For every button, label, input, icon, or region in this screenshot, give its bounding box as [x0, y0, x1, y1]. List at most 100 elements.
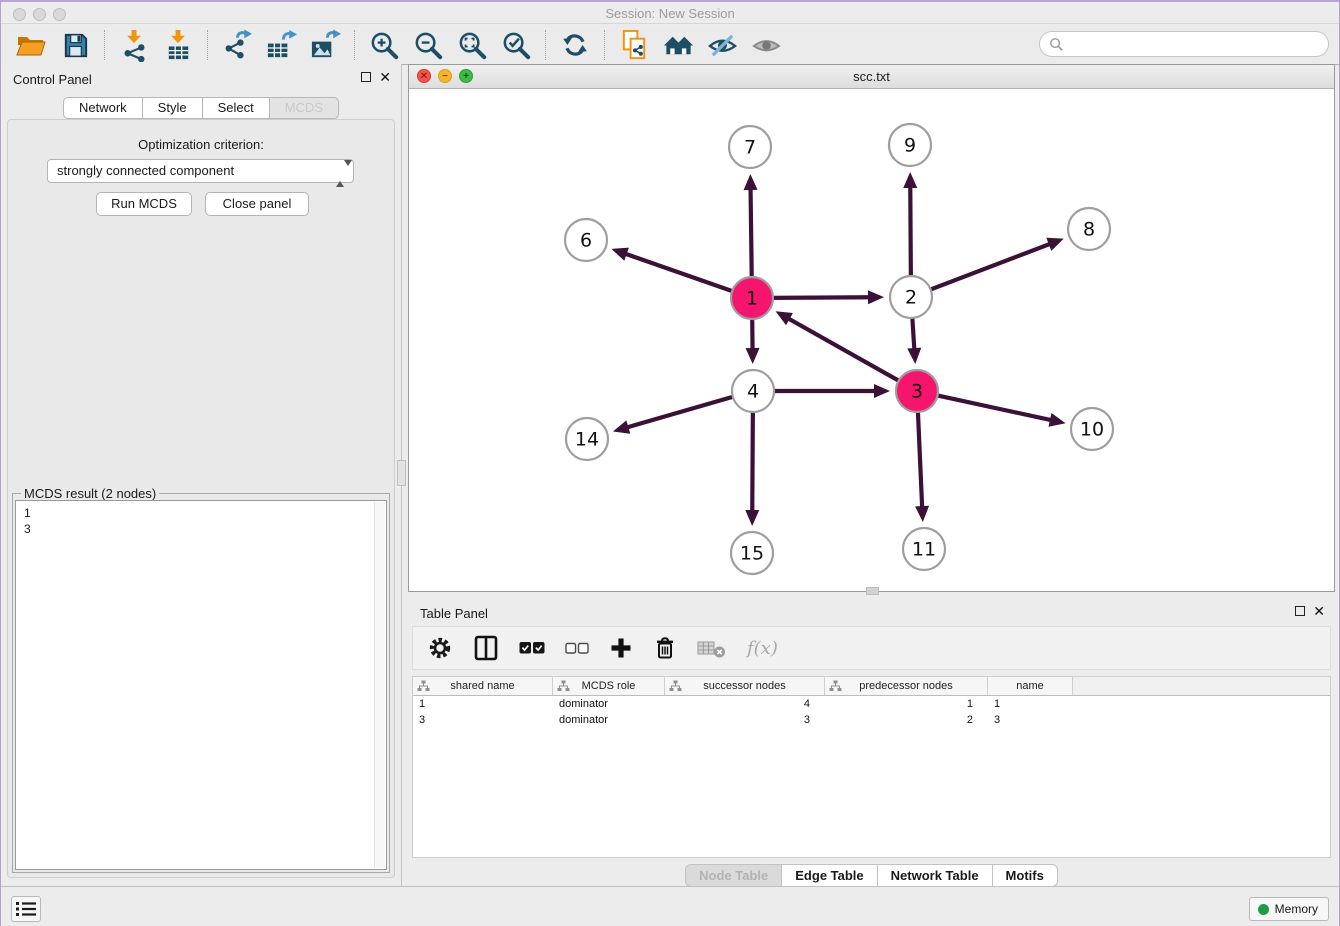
tab-select[interactable]: Select [203, 97, 270, 119]
edge-2-8[interactable] [929, 238, 1064, 290]
criterion-select[interactable]: strongly connected component [47, 159, 354, 183]
tab-network[interactable]: Network [63, 97, 143, 119]
edge-4-3[interactable] [772, 384, 890, 398]
column-header-mcds-role[interactable]: MCDS role [553, 677, 665, 695]
control-panel-tabs: NetworkStyleSelectMCDS [1, 97, 401, 119]
table-options-gear-icon[interactable] [427, 635, 453, 661]
delete-column-icon[interactable] [653, 635, 677, 661]
edge-3-1[interactable] [776, 311, 901, 381]
edge-2-3[interactable] [907, 316, 921, 364]
hide-visibility-icon[interactable] [704, 28, 740, 62]
tab-node-table[interactable]: Node Table [685, 864, 782, 887]
open-network-documents-icon[interactable] [616, 28, 652, 62]
graph-node-3[interactable]: 3 [896, 370, 938, 412]
svg-text:3: 3 [911, 381, 923, 403]
graph-node-8[interactable]: 8 [1068, 208, 1110, 250]
graph-node-11[interactable]: 11 [903, 528, 945, 570]
window-title: Session: New Session [1, 6, 1339, 21]
memory-button[interactable]: Memory [1249, 897, 1329, 921]
column-header-successor-nodes[interactable]: successor nodes [665, 677, 825, 695]
optimization-criterion-label: Optimization criterion: [8, 137, 394, 152]
tab-motifs[interactable]: Motifs [993, 864, 1058, 887]
table-panel: Table Panel ✕ [408, 598, 1335, 886]
open-folder-icon[interactable] [13, 28, 49, 62]
export-table-icon[interactable] [263, 28, 299, 62]
graph-node-9[interactable]: 9 [889, 124, 931, 166]
unselect-all-columns-icon[interactable] [565, 642, 589, 655]
show-visibility-icon[interactable] [748, 28, 784, 62]
function-builder-icon[interactable]: f(x) [747, 638, 778, 659]
result-scrollbar[interactable] [374, 502, 385, 868]
tab-edge-table[interactable]: Edge Table [782, 864, 877, 887]
graph-node-6[interactable]: 6 [565, 219, 607, 261]
cytoscape-window: { "window": { "title": "Session: New Ses… [0, 0, 1340, 926]
column-header-predecessor-nodes[interactable]: predecessor nodes [825, 677, 988, 695]
zoom-in-icon[interactable] [366, 28, 402, 62]
tab-style[interactable]: Style [143, 97, 203, 119]
graph-node-2[interactable]: 2 [890, 276, 932, 318]
network-canvas[interactable]: 7 9 6 8 1 2 4 3 14 10 15 11 [409, 90, 1334, 591]
refresh-view-icon[interactable] [557, 28, 593, 62]
edge-3-10[interactable] [936, 395, 1066, 427]
horizontal-splitter-handle[interactable] [866, 587, 879, 595]
float-panel-icon[interactable] [361, 72, 371, 82]
table-row[interactable]: 1dominator411 [413, 696, 1330, 712]
graph-node-1[interactable]: 1 [731, 277, 773, 319]
criterion-value: strongly connected component [57, 163, 234, 178]
graph-node-15[interactable]: 15 [731, 532, 773, 574]
node-table-body: 1dominator4113dominator323 [413, 696, 1330, 728]
table-cell: dominator [553, 696, 665, 712]
shared-column-icon [417, 680, 430, 692]
edge-1-2[interactable] [771, 290, 884, 304]
edge-4-14[interactable] [613, 396, 735, 434]
import-network-icon[interactable] [116, 28, 152, 62]
table-row[interactable]: 3dominator323 [413, 712, 1330, 728]
graph-node-10[interactable]: 10 [1071, 408, 1113, 450]
edge-1-6[interactable] [611, 248, 734, 292]
graph-node-14[interactable]: 14 [566, 418, 608, 460]
tab-mcds[interactable]: MCDS [270, 97, 339, 119]
edge-1-7[interactable] [744, 174, 758, 279]
export-network-icon[interactable] [219, 28, 255, 62]
mcds-result-area[interactable]: 13 [15, 500, 387, 870]
search-input[interactable] [1069, 37, 1328, 52]
save-session-icon[interactable] [57, 28, 93, 62]
add-column-icon[interactable] [609, 636, 633, 660]
show-column-icon[interactable] [473, 635, 499, 661]
graph-node-4[interactable]: 4 [732, 370, 774, 412]
tab-network-table[interactable]: Network Table [878, 864, 993, 887]
column-header-name[interactable]: name [988, 677, 1073, 695]
edge-1-4[interactable] [746, 317, 760, 364]
select-stepper-icon [336, 163, 346, 180]
zoom-out-icon[interactable] [410, 28, 446, 62]
control-panel-title: Control Panel [13, 72, 92, 87]
svg-text:8: 8 [1083, 219, 1095, 241]
zoom-fit-icon[interactable] [454, 28, 490, 62]
edge-2-9[interactable] [903, 172, 917, 278]
table-cell: 1 [413, 696, 553, 712]
close-panel-icon[interactable]: ✕ [379, 72, 391, 82]
edge-3-11[interactable] [915, 410, 929, 522]
select-all-columns-icon[interactable] [519, 641, 545, 655]
export-image-icon[interactable] [307, 28, 343, 62]
import-table-icon[interactable] [160, 28, 196, 62]
search-field[interactable] [1039, 31, 1329, 57]
shared-column-icon [669, 680, 682, 692]
graph-node-7[interactable]: 7 [729, 126, 771, 168]
search-icon [1049, 37, 1064, 52]
close-panel-button[interactable]: Close panel [205, 192, 309, 216]
vertical-splitter-handle[interactable] [397, 460, 406, 486]
delete-table-icon[interactable] [697, 637, 727, 659]
float-table-panel-icon[interactable] [1295, 606, 1305, 616]
show-panels-button[interactable] [11, 896, 41, 922]
run-mcds-button[interactable]: Run MCDS [96, 192, 192, 216]
zoom-selected-icon[interactable] [498, 28, 534, 62]
main-toolbar [1, 26, 1339, 65]
show-home-networks-icon[interactable] [660, 28, 696, 62]
network-window-titlebar[interactable]: ✕ − + scc.txt [409, 65, 1334, 89]
svg-text:2: 2 [905, 287, 917, 309]
column-header-shared-name[interactable]: shared name [413, 677, 553, 695]
close-table-panel-icon[interactable]: ✕ [1313, 606, 1325, 616]
edge-4-15[interactable] [745, 410, 759, 526]
toolbar-separator [354, 30, 355, 60]
